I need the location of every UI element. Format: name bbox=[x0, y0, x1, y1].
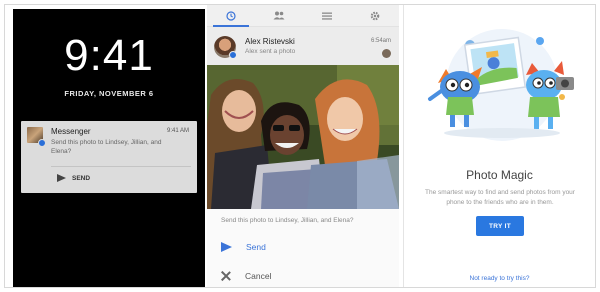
lock-time: 9:41 bbox=[64, 31, 154, 80]
sender-subtitle: Alex sent a photo bbox=[245, 48, 296, 55]
lock-notification-card[interactable]: Messenger 9:41 AM Send this photo to Lin… bbox=[21, 121, 197, 193]
sender-name: Alex Ristevski bbox=[245, 37, 295, 46]
friends-photo-image bbox=[207, 65, 399, 209]
gear-icon bbox=[370, 11, 380, 20]
notification-app-name: Messenger bbox=[51, 127, 91, 136]
lock-send-button[interactable]: SEND bbox=[57, 174, 90, 182]
send-icon bbox=[221, 242, 232, 252]
list-icon bbox=[322, 12, 332, 20]
mini-avatar bbox=[382, 49, 391, 58]
not-ready-link[interactable]: Not ready to try this? bbox=[404, 275, 595, 282]
messenger-badge-icon bbox=[38, 139, 46, 147]
shared-photo[interactable] bbox=[207, 65, 399, 209]
send-prompt: Send this photo to Lindsey, Jillian, and… bbox=[221, 217, 354, 224]
messenger-badge-icon bbox=[229, 51, 237, 59]
send-button[interactable]: Send bbox=[221, 242, 266, 252]
send-icon bbox=[57, 174, 66, 182]
send-label: Send bbox=[246, 242, 266, 252]
photo-magic-description: The smartest way to find and send photos… bbox=[425, 189, 575, 206]
photo-magic-title: Photo Magic bbox=[466, 168, 533, 182]
screenshot-frame: 9:41 FRIDAY, NOVEMBER 6 Messenger 9:41 A… bbox=[4, 4, 596, 288]
tab-people[interactable] bbox=[255, 5, 303, 26]
photo-magic-panel: Photo Magic The smartest way to find and… bbox=[403, 5, 595, 287]
lock-date: FRIDAY, NOVEMBER 6 bbox=[64, 89, 154, 98]
tab-recent[interactable] bbox=[207, 5, 255, 27]
clock-icon bbox=[226, 10, 236, 21]
message-notification[interactable]: Alex Ristevski Alex sent a photo 6:54am bbox=[207, 27, 399, 65]
close-icon bbox=[221, 271, 231, 281]
notification-message: Send this photo to Lindsey, Jillian, and… bbox=[51, 139, 162, 155]
tab-settings[interactable] bbox=[351, 5, 399, 26]
app-notification-panel: Alex Ristevski Alex sent a photo 6:54am bbox=[207, 5, 399, 287]
notification-time: 9:41 AM bbox=[166, 128, 189, 134]
people-icon bbox=[273, 11, 285, 20]
lock-screen: 9:41 FRIDAY, NOVEMBER 6 Messenger 9:41 A… bbox=[13, 9, 205, 287]
photo-magic-illustration bbox=[428, 29, 574, 141]
lock-send-label: SEND bbox=[72, 174, 91, 182]
cancel-label: Cancel bbox=[245, 271, 272, 281]
cancel-button[interactable]: Cancel bbox=[221, 271, 271, 281]
try-it-button[interactable]: TRY IT bbox=[476, 216, 524, 236]
tab-bar bbox=[207, 5, 399, 27]
tab-list[interactable] bbox=[303, 5, 351, 26]
notification-divider bbox=[51, 166, 191, 167]
message-time: 6:54am bbox=[370, 38, 391, 44]
